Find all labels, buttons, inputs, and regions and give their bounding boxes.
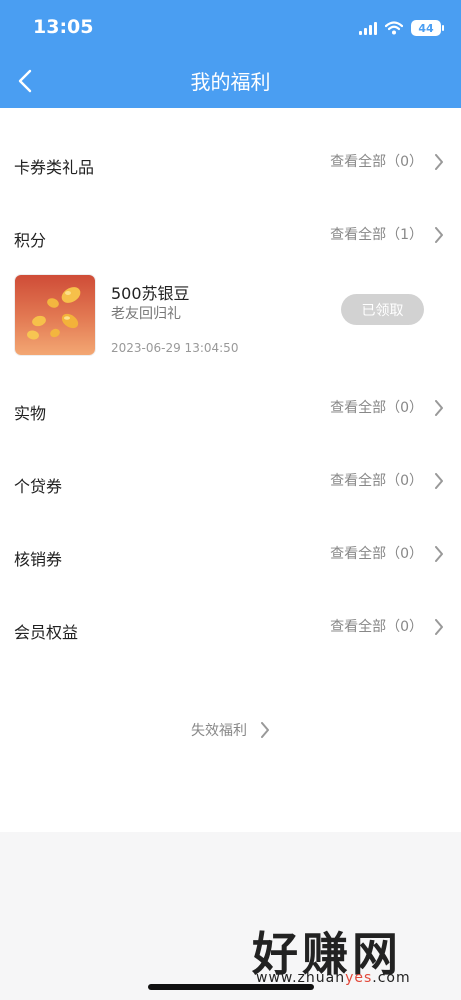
view-all-link[interactable]: 查看全部（1） [330, 225, 444, 245]
category-label: 卡券类礼品 [14, 158, 95, 177]
view-all-text: 查看全部（0） [330, 473, 423, 489]
page-title: 我的福利 [190, 70, 271, 94]
watermark-url-suffix: .com [372, 970, 411, 986]
chevron-right-icon [435, 546, 443, 562]
welfare-list: 卡券类礼品 查看全部（0） 积分 查看全部（1） 500苏银豆 老友回归礼 20… [0, 108, 461, 832]
beans-illustration [27, 287, 81, 340]
view-all-link[interactable]: 查看全部（0） [330, 544, 444, 564]
item-title: 500苏银豆 [111, 284, 190, 303]
beans-image [15, 275, 95, 355]
battery-icon: 44 [411, 20, 444, 36]
wifi-icon [385, 21, 403, 35]
category-row-member-benefits[interactable]: 会员权益 查看全部（0） [0, 613, 461, 653]
view-all-text: 查看全部（0） [330, 546, 423, 562]
claimed-status-button: 已领取 [341, 294, 424, 325]
category-row-physical[interactable]: 实物 查看全部（0） [0, 394, 461, 434]
signal-icon [359, 21, 377, 35]
chevron-right-icon [435, 154, 443, 170]
points-item[interactable]: 500苏银豆 老友回归礼 2023-06-29 13:04:50 已领取 [0, 270, 461, 366]
chevron-right-icon [261, 722, 269, 738]
home-indicator[interactable] [148, 984, 314, 990]
category-label: 积分 [14, 231, 47, 250]
view-all-text: 查看全部（0） [330, 619, 423, 635]
chevron-right-icon [435, 227, 443, 243]
view-all-text: 查看全部（1） [330, 227, 423, 243]
category-row-card-gifts[interactable]: 卡券类礼品 查看全部（0） [0, 148, 461, 188]
item-subtitle: 老友回归礼 [111, 306, 181, 322]
view-all-link[interactable]: 查看全部（0） [330, 617, 444, 637]
item-date: 2023-06-29 13:04:50 [111, 341, 239, 355]
category-label: 实物 [14, 404, 47, 423]
view-all-text: 查看全部（0） [330, 154, 423, 170]
chevron-right-icon [435, 473, 443, 489]
category-row-points[interactable]: 积分 查看全部（1） [0, 221, 461, 261]
category-row-redemption-coupons[interactable]: 核销券 查看全部（0） [0, 540, 461, 580]
status-icons: 44 [359, 20, 444, 36]
view-all-link[interactable]: 查看全部（0） [330, 152, 444, 172]
expired-welfare-link[interactable]: 失效福利 [0, 720, 461, 740]
chevron-right-icon [435, 619, 443, 635]
category-row-loan-coupons[interactable]: 个贷券 查看全部（0） [0, 467, 461, 507]
view-all-text: 查看全部（0） [330, 400, 423, 416]
view-all-link[interactable]: 查看全部（0） [330, 471, 444, 491]
chevron-right-icon [435, 400, 443, 416]
watermark-logo: 好赚网 www.zhuanyes.com [252, 918, 442, 988]
category-label: 会员权益 [14, 623, 79, 642]
header-bar: 13:05 44 我的福利 [0, 0, 461, 108]
category-label: 个贷券 [14, 477, 63, 496]
status-time: 13:05 [33, 16, 94, 38]
watermark-url-accent: yes [345, 970, 373, 986]
view-all-link[interactable]: 查看全部（0） [330, 398, 444, 418]
category-label: 核销券 [14, 550, 63, 569]
expired-welfare-text: 失效福利 [191, 723, 247, 739]
